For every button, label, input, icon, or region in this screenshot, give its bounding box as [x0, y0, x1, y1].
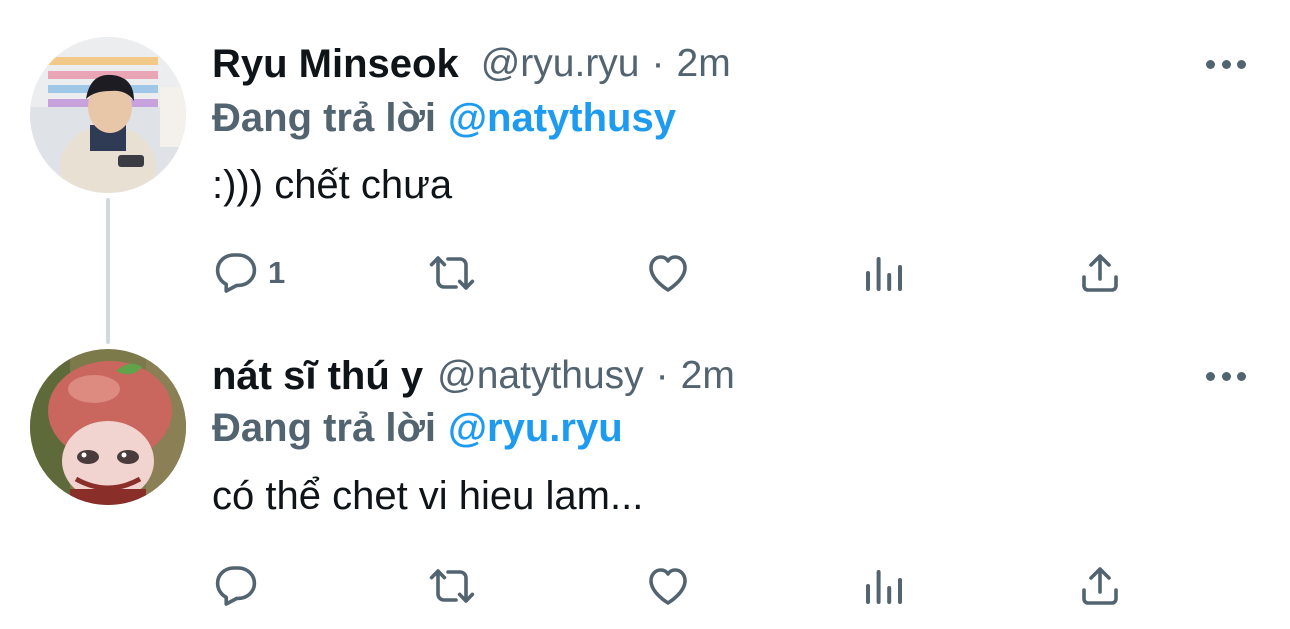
replying-to: Đang trả lời @ryu.ryu — [212, 404, 623, 452]
retweet-button[interactable] — [428, 243, 476, 303]
tweet-header: nát sĩ thú y @natythusy · 2m — [212, 352, 735, 400]
display-name[interactable]: Ryu Minseok — [212, 42, 459, 87]
reply-icon — [215, 566, 257, 606]
tweet-text: có thể chet vi hieu lam... — [212, 474, 644, 518]
reply-button[interactable]: 1 — [212, 243, 285, 303]
reply-button[interactable] — [212, 556, 268, 616]
tweet-actions — [0, 556, 1290, 616]
like-button[interactable] — [644, 556, 692, 616]
tweet-text: :))) chết chưa — [212, 163, 453, 207]
replying-to: Đang trả lời @natythusy — [212, 94, 676, 142]
retweet-icon — [429, 569, 475, 603]
more-icon[interactable] — [1206, 54, 1246, 74]
more-icon[interactable] — [1206, 366, 1246, 386]
views-icon — [866, 570, 902, 604]
replying-to-label: Đang trả lời — [212, 405, 437, 450]
user-handle[interactable]: @ryu.ryu — [481, 42, 640, 86]
retweet-button[interactable] — [428, 556, 476, 616]
replying-to-label: Đang trả lời — [212, 95, 437, 140]
views-button[interactable] — [860, 243, 908, 303]
share-icon — [1082, 254, 1118, 292]
retweet-icon — [429, 256, 475, 290]
display-name[interactable]: nát sĩ thú y — [212, 354, 423, 399]
separator-dot: · — [651, 42, 665, 85]
views-button[interactable] — [860, 556, 908, 616]
tweet-actions: 1 — [0, 243, 1290, 303]
share-button[interactable] — [1076, 556, 1124, 616]
views-icon — [866, 257, 902, 291]
heart-icon — [649, 568, 687, 605]
like-button[interactable] — [644, 243, 692, 303]
tweet-header: Ryu Minseok @ryu.ryu · 2m — [212, 40, 731, 88]
mention-link[interactable]: @natythusy — [448, 96, 676, 141]
mention-link[interactable]: @ryu.ryu — [448, 406, 623, 451]
timestamp[interactable]: 2m — [677, 42, 731, 86]
reply-icon — [215, 253, 257, 293]
separator-dot: · — [655, 354, 669, 397]
avatar[interactable] — [30, 349, 186, 505]
reply-count: 1 — [268, 255, 286, 290]
timestamp[interactable]: 2m — [681, 354, 735, 398]
user-handle[interactable]: @natythusy — [437, 354, 644, 398]
heart-icon — [649, 255, 687, 292]
share-button[interactable] — [1076, 243, 1124, 303]
share-icon — [1082, 567, 1118, 605]
avatar[interactable] — [30, 37, 186, 193]
